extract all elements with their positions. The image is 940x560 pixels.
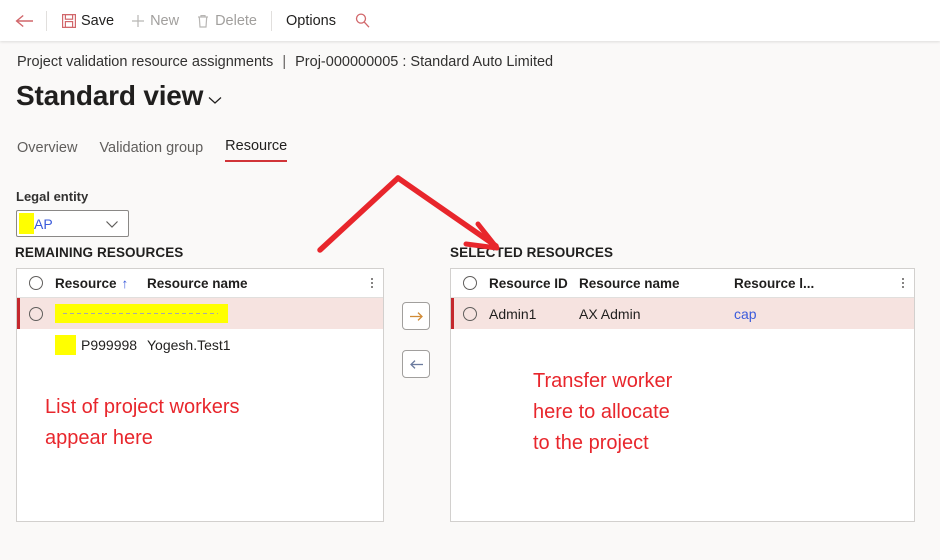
column-header-resource-level[interactable]: Resource l... bbox=[734, 276, 844, 291]
row-redacted-value bbox=[55, 304, 228, 323]
tab-resource-label: Resource bbox=[225, 138, 288, 154]
options-button[interactable]: Options bbox=[278, 5, 344, 37]
column-header-resource[interactable]: Resource ↑ bbox=[55, 276, 147, 291]
delete-button[interactable]: Delete bbox=[187, 5, 265, 37]
chevron-down-icon[interactable] bbox=[206, 93, 224, 107]
search-magnifier-icon bbox=[354, 12, 371, 29]
remaining-grid-header: Resource ↑ Resource name bbox=[17, 269, 383, 298]
tab-list: Overview Validation group Resource bbox=[17, 138, 288, 162]
plus-icon bbox=[130, 13, 146, 29]
cell-resource-id: Admin1 bbox=[489, 305, 537, 322]
column-header-resource-level-label: Resource l... bbox=[734, 275, 815, 291]
column-options-kebab-icon[interactable] bbox=[371, 278, 373, 288]
breadcrumb: Project validation resource assignments … bbox=[17, 54, 553, 70]
row-select-radio[interactable] bbox=[451, 306, 489, 321]
cell-resource: P999998 bbox=[55, 334, 147, 355]
cell-resource-value: P999998 bbox=[81, 336, 138, 353]
breadcrumb-form-name[interactable]: Project validation resource assignments bbox=[17, 54, 273, 70]
selected-resources-caption: SELECTED RESOURCES bbox=[450, 245, 614, 260]
breadcrumb-record: Proj-000000005 : Standard Auto Limited bbox=[295, 54, 554, 70]
radio-circle-icon bbox=[29, 306, 43, 321]
row-select-radio[interactable] bbox=[17, 306, 55, 321]
table-row[interactable] bbox=[17, 298, 383, 329]
arrow-left-icon bbox=[408, 357, 425, 372]
search-button[interactable] bbox=[344, 5, 379, 37]
save-button[interactable]: Save bbox=[53, 5, 122, 37]
yellow-redaction-highlight bbox=[55, 304, 228, 323]
sort-ascending-icon: ↑ bbox=[121, 275, 129, 291]
legal-entity-label: Legal entity bbox=[16, 189, 89, 204]
column-header-resource-name[interactable]: Resource name bbox=[147, 276, 347, 291]
column-header-resource-id[interactable]: Resource ID bbox=[489, 276, 579, 291]
page-title-text: Standard view bbox=[16, 80, 204, 111]
column-header-resource-name-label: Resource name bbox=[579, 275, 680, 291]
new-button[interactable]: New bbox=[122, 5, 187, 37]
back-arrow-icon bbox=[15, 13, 35, 29]
remaining-resources-caption: REMAINING RESOURCES bbox=[15, 245, 184, 260]
trash-icon bbox=[195, 13, 211, 29]
toolbar-divider-2 bbox=[271, 10, 272, 31]
page-title[interactable]: Standard view bbox=[16, 80, 224, 112]
back-button[interactable] bbox=[12, 8, 38, 34]
save-floppy-icon bbox=[61, 13, 77, 29]
column-header-resource-id-label: Resource ID bbox=[489, 275, 568, 291]
tab-validation-group-label: Validation group bbox=[99, 140, 204, 156]
table-row[interactable]: Admin1 AX Admin cap bbox=[451, 298, 914, 329]
column-header-resource-label: Resource bbox=[55, 275, 117, 291]
column-header-resource-name[interactable]: Resource name bbox=[579, 276, 734, 291]
options-button-label: Options bbox=[286, 12, 336, 29]
toolbar-divider-1 bbox=[46, 10, 47, 31]
annotation-left-note: List of project workers appear here bbox=[45, 396, 240, 449]
breadcrumb-separator: | bbox=[282, 54, 287, 70]
radio-circle-icon bbox=[463, 306, 477, 321]
save-button-label: Save bbox=[81, 12, 115, 29]
move-to-selected-button[interactable] bbox=[402, 302, 430, 330]
selected-grid-header: Resource ID Resource name Resource l... bbox=[451, 269, 914, 298]
tab-overview[interactable]: Overview bbox=[17, 140, 77, 162]
tab-resource[interactable]: Resource bbox=[225, 138, 288, 162]
select-all-radio-remaining[interactable] bbox=[17, 276, 55, 290]
delete-button-label: Delete bbox=[215, 12, 257, 29]
legal-entity-combobox[interactable]: AP bbox=[16, 210, 129, 237]
yellow-highlight-block bbox=[55, 334, 76, 355]
command-bar: Save New Delete Options bbox=[0, 0, 940, 41]
tab-overview-label: Overview bbox=[17, 140, 78, 156]
column-options-kebab-icon[interactable] bbox=[902, 278, 904, 288]
chevron-down-icon[interactable] bbox=[105, 219, 119, 229]
cell-resource-name: Yogesh.Test1 bbox=[147, 336, 231, 353]
cell-resource-name: AX Admin bbox=[579, 305, 641, 322]
tab-validation-group[interactable]: Validation group bbox=[99, 140, 203, 162]
column-header-resource-name-label: Resource name bbox=[147, 275, 248, 291]
radio-circle-icon bbox=[463, 276, 477, 290]
selected-resources-grid: Resource ID Resource name Resource l... … bbox=[450, 268, 915, 522]
legal-entity-highlight-block bbox=[19, 213, 34, 234]
table-row[interactable]: P999998 Yogesh.Test1 bbox=[17, 329, 383, 360]
cell-resource-level[interactable]: cap bbox=[734, 306, 844, 322]
new-button-label: New bbox=[150, 12, 180, 29]
arrow-right-icon bbox=[408, 309, 425, 324]
legal-entity-value: AP bbox=[34, 215, 53, 232]
move-to-remaining-button[interactable] bbox=[402, 350, 430, 378]
annotation-right-note: Transfer worker here to allocate to the … bbox=[533, 370, 673, 454]
radio-circle-icon bbox=[29, 276, 43, 290]
select-all-radio-selected[interactable] bbox=[451, 276, 489, 290]
